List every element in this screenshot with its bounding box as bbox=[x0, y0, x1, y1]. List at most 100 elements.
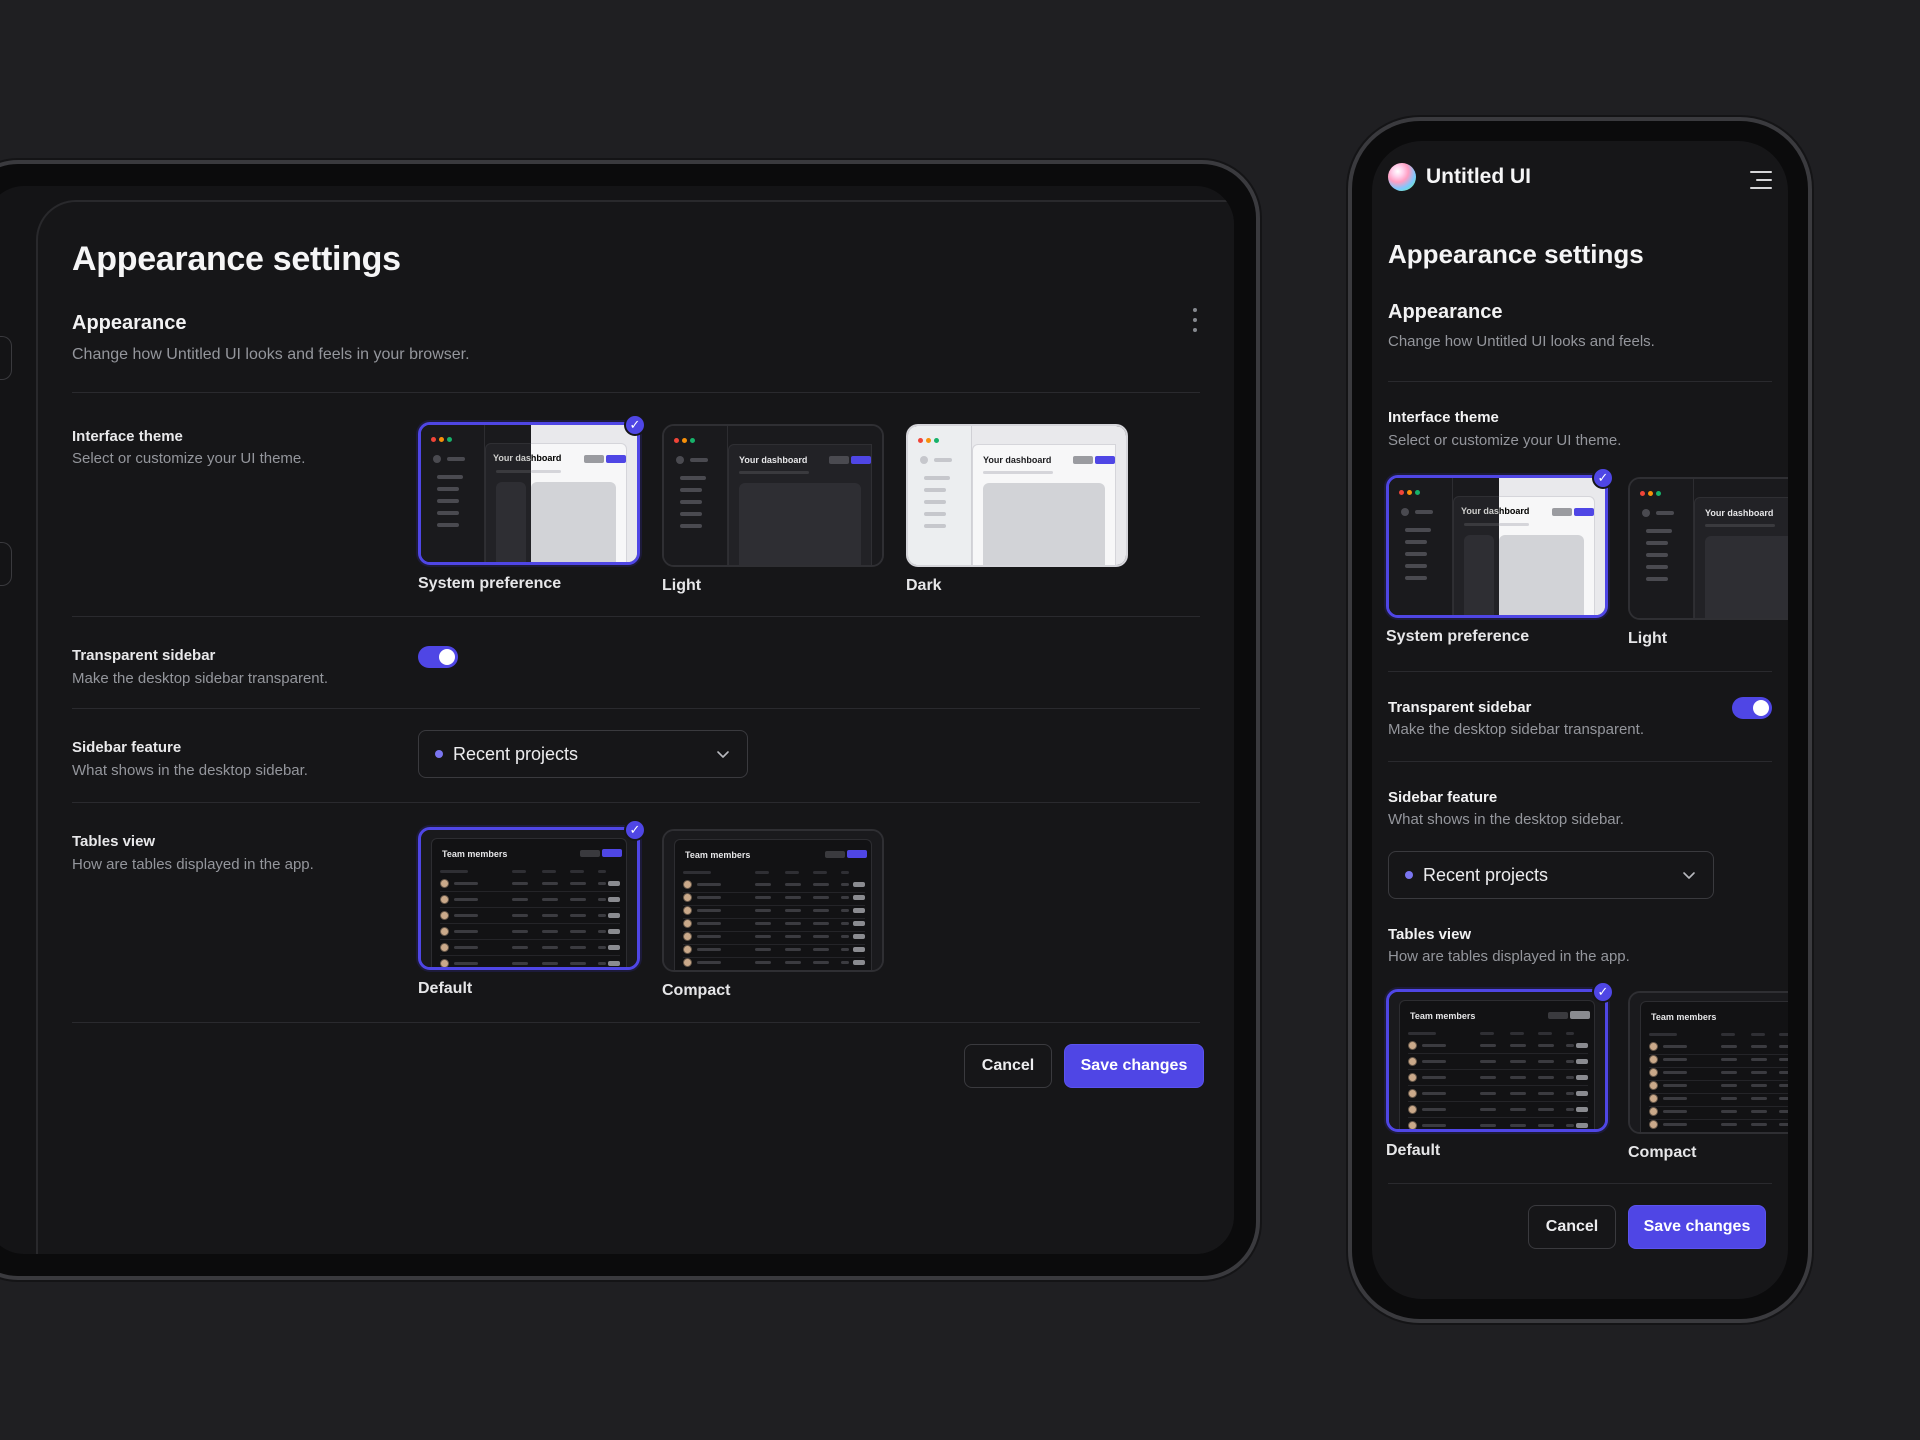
divider bbox=[1388, 1183, 1772, 1184]
theme-thumbnail: Your dashboard bbox=[1628, 477, 1788, 620]
table-thumbnail: Team members bbox=[418, 827, 640, 970]
divider bbox=[72, 392, 1200, 393]
toggle-knob bbox=[439, 649, 455, 665]
canvas: Appearance settings Appearance Change ho… bbox=[0, 0, 1920, 1440]
table-row bbox=[1649, 1107, 1788, 1120]
theme-option-light[interactable]: Your dashboard Light bbox=[662, 424, 884, 595]
table-row bbox=[440, 959, 620, 967]
theme-thumbnail: Your dashboard bbox=[418, 422, 640, 565]
interface-theme-label: Interface theme bbox=[1388, 409, 1499, 426]
table-option-default[interactable]: ✓ Team members Default bbox=[418, 819, 646, 998]
table-row bbox=[683, 919, 865, 932]
divider bbox=[1388, 381, 1772, 382]
transparent-sidebar-label: Transparent sidebar bbox=[1388, 699, 1532, 716]
theme-option-label: System preference bbox=[418, 575, 562, 592]
table-thumbnail: Team members bbox=[1386, 989, 1608, 1132]
sidebar-feature-select[interactable]: Recent projects bbox=[1388, 851, 1714, 899]
sidebar-edge-item bbox=[0, 336, 12, 380]
table-option-label: Compact bbox=[662, 982, 731, 999]
brand-name: Untitled UI bbox=[1426, 165, 1531, 188]
more-vertical-icon[interactable] bbox=[1190, 308, 1200, 332]
chevron-down-icon bbox=[717, 751, 729, 758]
table-mini: Team members bbox=[664, 831, 882, 970]
sidebar-feature-description: What shows in the desktop sidebar. bbox=[1388, 811, 1624, 828]
table-header-row bbox=[440, 867, 620, 877]
page-title: Appearance settings bbox=[72, 240, 401, 278]
sidebar-edge-item bbox=[0, 542, 12, 586]
theme-option-system[interactable]: ✓ Your dashboard System preference bbox=[418, 414, 646, 593]
section-title: Appearance bbox=[1388, 301, 1503, 323]
divider bbox=[72, 708, 1200, 709]
table-header-row bbox=[1649, 1030, 1788, 1040]
check-icon: ✓ bbox=[1592, 981, 1614, 1003]
transparent-sidebar-toggle[interactable] bbox=[1732, 697, 1772, 719]
theme-option-system[interactable]: ✓ Your dashboard System preference bbox=[1386, 467, 1614, 646]
save-changes-button[interactable]: Save changes bbox=[1064, 1044, 1204, 1088]
sidebar-feature-select[interactable]: Recent projects bbox=[418, 730, 748, 778]
table-row bbox=[683, 945, 865, 958]
tablet-device: Appearance settings Appearance Change ho… bbox=[0, 160, 1260, 1280]
table-row bbox=[440, 943, 620, 956]
theme-thumbnail: Your dashboard bbox=[1386, 475, 1608, 618]
table-row bbox=[683, 880, 865, 893]
chevron-down-icon bbox=[1683, 872, 1695, 879]
brand-logo[interactable]: Untitled UI bbox=[1388, 163, 1531, 191]
theme-option-light[interactable]: Your dashboard Light bbox=[1628, 477, 1788, 648]
tablet-screen: Appearance settings Appearance Change ho… bbox=[0, 186, 1234, 1254]
phone-screen: Untitled UI Appearance settings Appearan… bbox=[1372, 141, 1788, 1299]
toggle-knob bbox=[1753, 700, 1769, 716]
divider bbox=[72, 616, 1200, 617]
table-row bbox=[1649, 1094, 1788, 1107]
table-row bbox=[1408, 1057, 1588, 1070]
select-value: Recent projects bbox=[453, 743, 579, 764]
section-description: Change how Untitled UI looks and feels i… bbox=[72, 346, 470, 363]
table-option-compact[interactable]: Team members Compact bbox=[1628, 991, 1788, 1162]
phone-device: Untitled UI Appearance settings Appearan… bbox=[1348, 117, 1812, 1323]
theme-option-dark[interactable]: Your dashboard Dark bbox=[906, 424, 1128, 595]
table-row bbox=[1408, 1121, 1588, 1129]
table-row bbox=[683, 932, 865, 945]
cancel-button[interactable]: Cancel bbox=[1528, 1205, 1616, 1249]
table-row bbox=[1408, 1041, 1588, 1054]
table-row bbox=[440, 879, 620, 892]
table-thumbnail: Team members bbox=[662, 829, 884, 972]
table-option-label: Compact bbox=[1628, 1144, 1697, 1161]
sidebar-feature-label: Sidebar feature bbox=[72, 739, 182, 756]
table-mini: Team members bbox=[421, 830, 637, 967]
thumbnail-title: Your dashboard bbox=[739, 455, 808, 465]
table-row bbox=[1649, 1055, 1788, 1068]
table-row bbox=[1649, 1120, 1788, 1130]
theme-thumbnail: Your dashboard bbox=[662, 424, 884, 567]
divider bbox=[72, 802, 1200, 803]
logo-icon bbox=[1388, 163, 1416, 191]
interface-theme-description: Select or customize your UI theme. bbox=[1388, 432, 1622, 449]
page-title: Appearance settings bbox=[1388, 239, 1644, 269]
divider bbox=[1388, 761, 1772, 762]
theme-thumbnail: Your dashboard bbox=[906, 424, 1128, 567]
table-row bbox=[1649, 1133, 1788, 1134]
divider bbox=[72, 1022, 1200, 1023]
thumbnail-title: Team members bbox=[1410, 1011, 1476, 1021]
table-row bbox=[1649, 1042, 1788, 1055]
menu-icon[interactable] bbox=[1750, 171, 1772, 189]
check-icon: ✓ bbox=[624, 819, 646, 841]
table-option-default[interactable]: ✓ Team members Default bbox=[1386, 981, 1614, 1160]
thumbnail-title: Your dashboard bbox=[983, 455, 1052, 465]
table-row bbox=[1408, 1073, 1588, 1086]
table-mini: Team members bbox=[1389, 992, 1605, 1129]
cancel-button[interactable]: Cancel bbox=[964, 1044, 1052, 1088]
interface-theme-description: Select or customize your UI theme. bbox=[72, 450, 306, 467]
status-dot bbox=[1405, 871, 1413, 879]
thumbnail-title: Team members bbox=[685, 850, 751, 860]
save-changes-button[interactable]: Save changes bbox=[1628, 1205, 1766, 1249]
table-option-compact[interactable]: Team members Compact bbox=[662, 829, 884, 1000]
table-row bbox=[440, 911, 620, 924]
transparent-sidebar-label: Transparent sidebar bbox=[72, 647, 216, 664]
transparent-sidebar-description: Make the desktop sidebar transparent. bbox=[1388, 721, 1644, 738]
transparent-sidebar-toggle[interactable] bbox=[418, 646, 458, 668]
thumbnail-title: Your dashboard bbox=[1705, 508, 1774, 518]
table-row bbox=[683, 893, 865, 906]
table-row bbox=[1408, 1089, 1588, 1102]
table-row bbox=[1408, 1105, 1588, 1118]
interface-theme-label: Interface theme bbox=[72, 428, 183, 445]
